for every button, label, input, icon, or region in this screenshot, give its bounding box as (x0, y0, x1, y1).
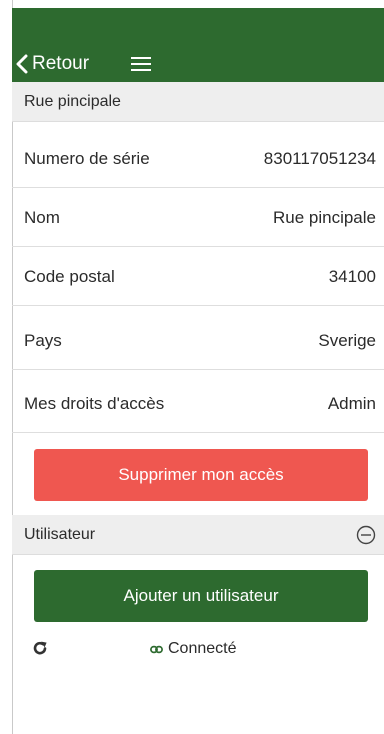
detail-row-name: Nom Rue pincipale (12, 189, 384, 247)
detail-label: Nom (24, 207, 60, 227)
refresh-icon[interactable] (32, 640, 48, 656)
back-button[interactable]: Retour (14, 48, 89, 80)
users-section-header: Utilisateur (12, 515, 384, 555)
detail-label: Mes droits d'accès (24, 393, 165, 413)
detail-value: Sverige (318, 330, 376, 350)
hamburger-menu-button[interactable] (129, 53, 155, 75)
link-icon (150, 645, 163, 653)
hamburger-menu-icon-bar (131, 63, 151, 65)
detail-value: Rue pincipale (272, 207, 376, 227)
detail-label: Numero de série (24, 148, 150, 168)
detail-label: Pays (24, 330, 62, 350)
detail-row-serial: Numero de série 830117051234 (12, 130, 384, 188)
connection-status: Connecté (150, 639, 237, 659)
top-app-bar: Retour (12, 8, 384, 82)
remove-access-button[interactable]: Supprimer mon accès (34, 449, 368, 501)
users-section-title: Utilisateur (24, 525, 96, 543)
detail-label: Code postal (24, 266, 115, 286)
minus-circle-icon[interactable] (356, 525, 376, 545)
site-section-header: Rue pincipale (12, 82, 384, 122)
detail-row-access-rights: Mes droits d'accès Admin (12, 375, 384, 433)
detail-row-postal-code: Code postal 34100 (12, 248, 384, 306)
site-section-title: Rue pincipale (24, 92, 121, 110)
detail-row-country: Pays Sverige (12, 312, 384, 370)
detail-value: Admin (327, 393, 376, 413)
detail-value: 34100 (328, 266, 376, 286)
connection-status-text: Connecté (168, 640, 237, 657)
add-user-button[interactable]: Ajouter un utilisateur (34, 570, 368, 622)
back-label: Retour (32, 53, 90, 74)
hamburger-menu-icon (131, 57, 151, 59)
hamburger-menu-icon-bar (131, 69, 151, 71)
detail-value: 830117051234 (263, 148, 376, 168)
chevron-left-icon (16, 54, 28, 74)
